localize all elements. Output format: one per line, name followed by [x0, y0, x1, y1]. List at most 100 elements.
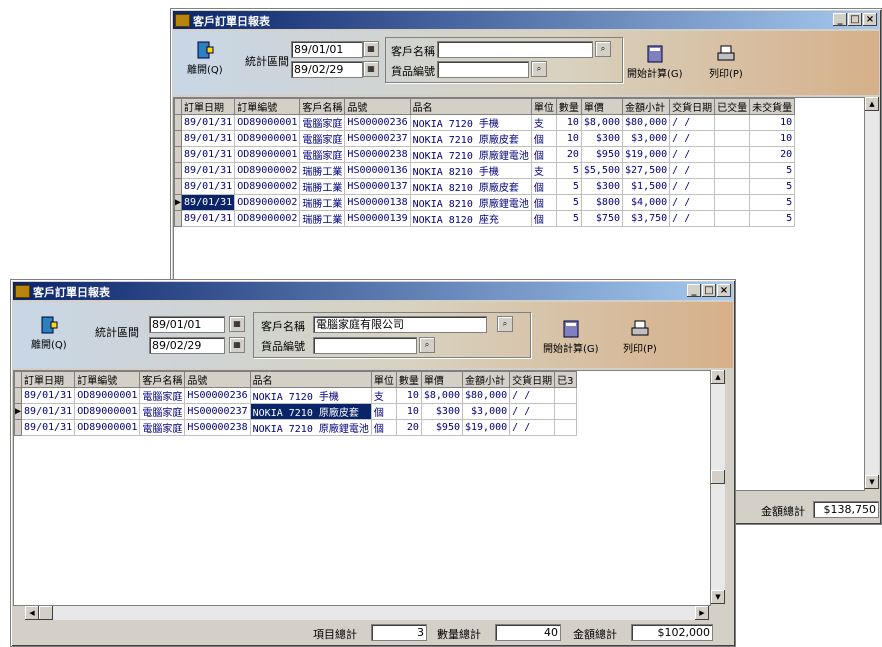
table-cell[interactable] [554, 403, 577, 420]
table-cell[interactable]: $3,750 [621, 210, 671, 227]
column-header[interactable]: 訂單編號 [234, 98, 301, 115]
table-cell[interactable] [714, 162, 751, 179]
table-cell[interactable]: HS00000237 [344, 130, 411, 147]
table-cell[interactable]: / / [509, 387, 556, 404]
scroll-down-icon[interactable]: ▼ [711, 590, 725, 604]
back-date-to-input[interactable]: 89/02/29 [291, 61, 363, 78]
front-title-bar[interactable]: 客戶訂單日報表 _ □ × [13, 282, 733, 300]
table-cell[interactable]: 個 [530, 178, 557, 195]
table-cell[interactable]: 10 [555, 114, 582, 131]
column-header[interactable]: 客戶名稱 [299, 98, 346, 115]
table-cell[interactable]: $19,000 [621, 146, 671, 163]
table-cell[interactable] [714, 178, 751, 195]
table-cell[interactable]: 個 [370, 419, 397, 436]
table-cell[interactable]: 20 [749, 146, 796, 163]
column-header[interactable]: 單價 [580, 98, 624, 115]
table-cell[interactable]: $8,000 [420, 387, 464, 404]
lookup-icon[interactable]: ⌕ [531, 61, 547, 77]
scroll-right-icon[interactable]: ▶ [695, 606, 709, 620]
table-cell[interactable]: / / [669, 130, 716, 147]
column-header[interactable]: 交貨日期 [509, 371, 556, 388]
table-cell[interactable]: HS00000236 [344, 114, 411, 131]
table-cell[interactable]: 瑞勝工業 [299, 210, 346, 227]
scroll-up-icon[interactable]: ▲ [865, 97, 879, 111]
table-cell[interactable]: OD89000001 [234, 114, 301, 131]
back-calc-button[interactable]: 開始計算(G) [627, 45, 683, 80]
table-cell[interactable]: NOKIA 7210 原廠鋰電池 [409, 146, 532, 163]
table-row[interactable]: 89/01/31 OD89000002 瑞勝工業 HS00000137 NOKIA 82… [174, 178, 796, 195]
table-cell[interactable]: OD89000002 [234, 194, 301, 211]
table-cell[interactable]: NOKIA 7120 手機 [409, 114, 532, 131]
table-cell[interactable]: 5 [555, 194, 582, 211]
front-product-input[interactable] [313, 337, 417, 354]
table-cell[interactable]: 89/01/31 [181, 114, 236, 131]
table-cell[interactable]: 個 [530, 194, 557, 211]
column-header[interactable]: 訂單日期 [181, 98, 236, 115]
table-cell[interactable]: 89/01/31 [181, 146, 236, 163]
table-cell[interactable]: 個 [530, 130, 557, 147]
table-cell[interactable]: NOKIA 8210 原廠鋰電池 [409, 194, 532, 211]
table-cell[interactable]: 5 [555, 178, 582, 195]
table-cell[interactable]: 支 [370, 387, 397, 404]
table-row[interactable]: ▶ 89/01/31 OD89000001 電腦家庭 HS00000237 NOKIA 7… [14, 403, 577, 420]
table-cell[interactable]: OD89000001 [74, 403, 141, 420]
table-cell[interactable]: OD89000002 [234, 178, 301, 195]
table-cell[interactable]: 89/01/31 [181, 178, 236, 195]
table-cell[interactable]: 10 [395, 387, 422, 404]
table-cell[interactable]: $80,000 [461, 387, 511, 404]
table-cell[interactable]: 瑞勝工業 [299, 162, 346, 179]
back-product-input[interactable] [437, 61, 529, 78]
table-cell[interactable]: NOKIA 8210 原廠皮套 [409, 178, 532, 195]
table-cell[interactable]: 5 [749, 210, 796, 227]
table-cell[interactable]: $5,500 [580, 162, 624, 179]
table-cell[interactable]: HS00000238 [344, 146, 411, 163]
lookup-icon[interactable]: ⌕ [419, 337, 435, 353]
table-cell[interactable]: $3,000 [621, 130, 671, 147]
back-vertical-scrollbar[interactable]: ▲ ▼ [865, 97, 879, 489]
table-cell[interactable]: 89/01/31 [181, 210, 236, 227]
table-cell[interactable]: / / [669, 178, 716, 195]
table-cell[interactable]: OD89000001 [74, 419, 141, 436]
column-header[interactable]: 品名 [249, 371, 372, 388]
table-cell[interactable]: 5 [555, 162, 582, 179]
table-cell[interactable]: $950 [420, 419, 464, 436]
scroll-left-icon[interactable]: ◀ [25, 606, 39, 620]
table-cell[interactable]: 20 [395, 419, 422, 436]
table-cell[interactable]: $27,500 [621, 162, 671, 179]
table-cell[interactable]: 10 [555, 130, 582, 147]
table-cell[interactable] [714, 194, 751, 211]
scroll-down-icon[interactable]: ▼ [865, 475, 879, 489]
table-cell[interactable]: $1,500 [621, 178, 671, 195]
table-cell[interactable]: NOKIA 7210 原廠鋰電池 [249, 419, 372, 436]
table-cell[interactable]: HS00000236 [184, 387, 251, 404]
table-cell[interactable]: / / [669, 146, 716, 163]
table-cell[interactable]: HS00000139 [344, 210, 411, 227]
table-row[interactable]: ▶ 89/01/31 OD89000002 瑞勝工業 HS00000138 NOKIA 8… [174, 194, 796, 211]
front-customer-input[interactable]: 電腦家庭有限公司 [313, 316, 487, 333]
table-cell[interactable]: / / [669, 194, 716, 211]
column-header[interactable]: 數量 [395, 371, 422, 388]
table-cell[interactable]: $300 [580, 130, 624, 147]
back-date-from-input[interactable]: 89/01/01 [291, 41, 363, 58]
table-cell[interactable]: 5 [749, 162, 796, 179]
table-cell[interactable]: NOKIA 7210 原廠皮套 [249, 403, 372, 420]
table-cell[interactable]: 89/01/31 [181, 162, 236, 179]
table-cell[interactable]: OD89000001 [74, 387, 141, 404]
front-vertical-scrollbar[interactable]: ▲ ▼ [711, 370, 725, 604]
column-header[interactable]: 交貨日期 [669, 98, 716, 115]
column-header[interactable]: 訂單編號 [74, 371, 141, 388]
front-calc-button[interactable]: 開始計算(G) [543, 320, 599, 355]
table-cell[interactable]: OD89000002 [234, 210, 301, 227]
table-cell[interactable]: 電腦家庭 [299, 130, 346, 147]
table-cell[interactable]: 20 [555, 146, 582, 163]
minimize-button[interactable]: _ [687, 284, 701, 297]
maximize-button[interactable]: □ [848, 13, 862, 26]
table-cell[interactable]: / / [509, 419, 556, 436]
front-exit-button[interactable]: 離開(Q) [31, 316, 67, 351]
table-cell[interactable]: $80,000 [621, 114, 671, 131]
table-cell[interactable] [554, 387, 577, 404]
table-cell[interactable]: OD89000001 [234, 146, 301, 163]
table-cell[interactable]: 電腦家庭 [299, 146, 346, 163]
table-cell[interactable]: HS00000237 [184, 403, 251, 420]
table-cell[interactable]: 5 [555, 210, 582, 227]
